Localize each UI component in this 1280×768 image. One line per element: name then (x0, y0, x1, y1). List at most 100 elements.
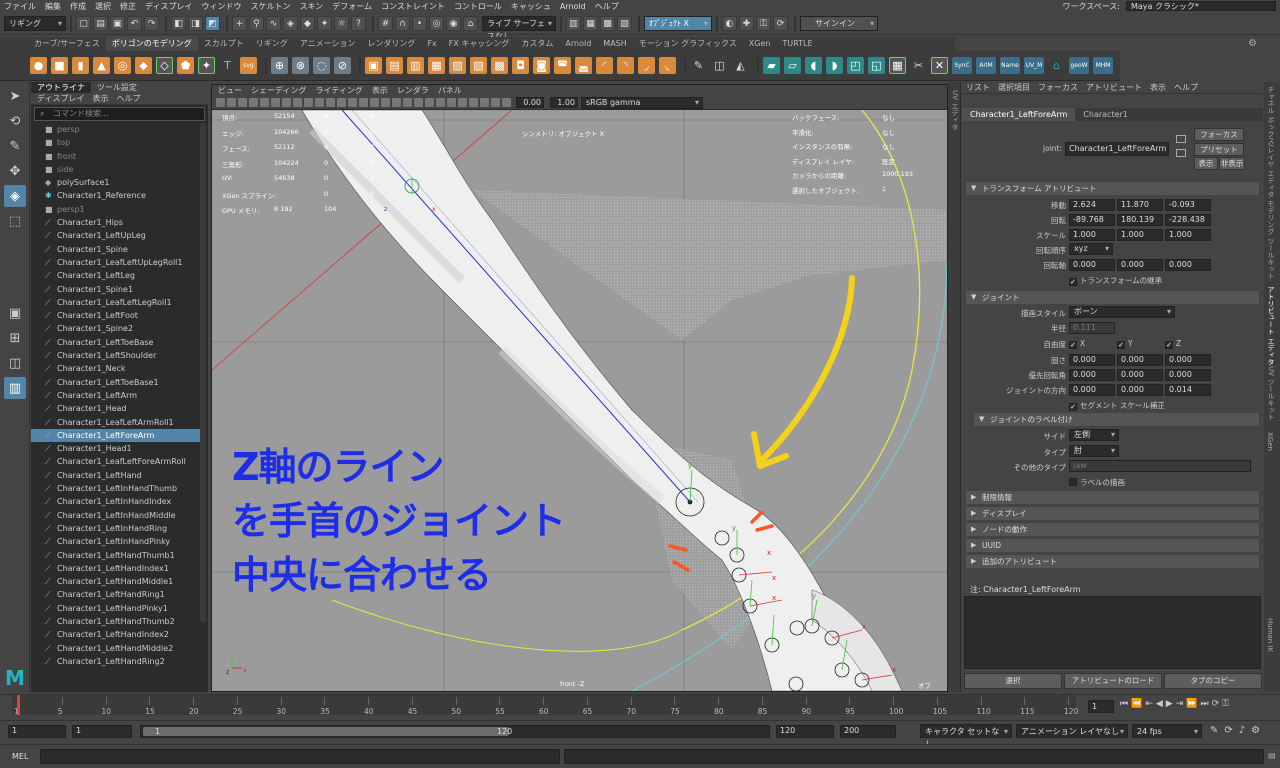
smooth-icon[interactable]: ◌ (313, 57, 330, 74)
outliner-item[interactable]: ⟋ Character1_LeftHandThumb1 (31, 549, 200, 562)
transform-section-header[interactable]: トランスフォーム アトリビュート (966, 182, 1259, 195)
draw-label-checkbox[interactable]: ラベルの描画 (1069, 477, 1125, 488)
translate-y-field[interactable]: 11.870 (1117, 199, 1163, 211)
viewport-menu-item[interactable]: ライティング (315, 85, 362, 96)
live-surface-field[interactable]: ライブ サーフェスなし (482, 16, 556, 41)
make-live-icon[interactable]: ⌂ (463, 16, 478, 31)
outliner-item[interactable]: ⟋ Character1_LeftShoulder (31, 349, 200, 362)
sound-icon[interactable]: ✎ (1210, 725, 1218, 736)
outliner-item[interactable]: ⟋ Character1_Spine (31, 243, 200, 256)
ae-menu-item[interactable]: 表示 (1150, 82, 1166, 93)
pref-angle-z-field[interactable]: 0.000 (1165, 369, 1211, 381)
outliner-item[interactable]: ⟋ Character1_LeftInHandMiddle (31, 509, 200, 522)
range-slider-handle[interactable] (143, 727, 509, 736)
viewport-menu-item[interactable]: ビュー (218, 85, 242, 96)
translate-x-field[interactable]: 2.624 (1069, 199, 1115, 211)
shelf-name-button[interactable]: Name (1000, 57, 1020, 74)
mirror-icon[interactable]: ◚ (554, 57, 571, 74)
outliner-item[interactable]: ⟋ Character1_LeftInHandPinky (31, 535, 200, 548)
tab-outliner[interactable]: アウトライナ (31, 82, 91, 93)
outliner-item[interactable]: ◆ polySurface1 (31, 176, 200, 189)
sign-in-button[interactable]: サインイン (800, 16, 878, 31)
auto-key-icon[interactable]: ⚿ (1222, 699, 1229, 709)
render-view-icon[interactable]: ▦ (583, 16, 598, 31)
select-by-render-icon[interactable]: ☼ (334, 16, 349, 31)
scale-tool-icon[interactable]: ⬚ (4, 210, 26, 232)
fill-hole-icon[interactable]: ▧ (449, 57, 466, 74)
color-space-dropdown[interactable]: sRGB gamma (581, 96, 703, 109)
loop-icon[interactable]: ⟳ (1212, 699, 1220, 709)
outliner-item[interactable]: ⟋ Character1_LeftInHandRing (31, 522, 200, 535)
uv-sphere-icon[interactable]: ◖ (805, 57, 822, 74)
redo-icon[interactable]: ↷ (144, 16, 159, 31)
menu-item[interactable]: ファイル (4, 1, 36, 12)
separate-icon[interactable]: ⊗ (292, 57, 309, 74)
outliner-item[interactable]: ⟋ Character1_LeafLeftForeArmRoll (31, 455, 200, 468)
fps-dropdown[interactable]: 24 fps (1132, 724, 1202, 738)
select-by-handle-icon[interactable]: + (232, 16, 247, 31)
notes-textarea[interactable] (964, 596, 1261, 669)
chamfer-icon[interactable]: ◟ (659, 57, 676, 74)
segment-scale-checkbox[interactable]: ✓ セグメント スケール補正 (1069, 400, 1165, 411)
uv-checker-icon[interactable]: ▦ (889, 57, 906, 74)
play-forward-icon[interactable]: ▶ (1166, 699, 1173, 709)
loop-anim-icon[interactable]: ⟳ (1224, 725, 1232, 736)
menu-item[interactable]: スキン (299, 1, 323, 12)
shelf-tab[interactable]: アニメーション (294, 37, 362, 51)
bevel-icon[interactable]: ▥ (407, 57, 424, 74)
menu-item[interactable]: Arnold (560, 2, 586, 11)
sync-icon[interactable]: ⟳ (773, 16, 788, 31)
rotate-axis-x-field[interactable]: 0.000 (1069, 259, 1115, 271)
shelf-tab[interactable]: FX キャッシング (443, 37, 516, 51)
snap-grid-icon[interactable]: # (378, 16, 393, 31)
menu-item[interactable]: 編集 (45, 1, 61, 12)
menu-item[interactable]: ヘルプ (595, 1, 619, 12)
default-material-icon[interactable] (370, 98, 379, 107)
shelf-tab[interactable]: カスタム (515, 37, 559, 51)
menu-item[interactable]: キャッシュ (511, 1, 551, 12)
save-scene-icon[interactable]: ▣ (110, 16, 125, 31)
focus-icon[interactable] (1176, 135, 1186, 143)
outliner-item[interactable]: ■ top (31, 136, 200, 149)
antialias-icon[interactable] (436, 98, 445, 107)
poly-plane-icon[interactable]: ◆ (135, 57, 152, 74)
viewport-menu-item[interactable]: シェーディング (251, 85, 306, 96)
uv-auto-icon[interactable]: ◗ (826, 57, 843, 74)
shelf-tab[interactable]: MASH (597, 37, 632, 51)
outliner-menu-help[interactable]: ヘルプ (116, 93, 140, 104)
dof-x-checkbox[interactable]: ✓ X (1069, 339, 1085, 349)
safe-action-icon[interactable] (326, 98, 335, 107)
bridge-icon[interactable]: ▤ (386, 57, 403, 74)
xray-joints-icon[interactable] (469, 98, 478, 107)
shelf-tab[interactable]: カーブ/サーフェス (28, 37, 106, 51)
node-behavior-section-header[interactable]: ノードの動作 (966, 523, 1259, 536)
viewport-menu-item[interactable]: パネル (438, 85, 462, 96)
tab-uv-toolkit[interactable]: UV ツールキット (1266, 366, 1276, 420)
menu-item[interactable]: デフォーム (332, 1, 372, 12)
reduce-icon[interactable]: ⊘ (334, 57, 351, 74)
dof-y-checkbox[interactable]: ✓ Y (1117, 339, 1133, 349)
textured-icon[interactable] (381, 98, 390, 107)
outliner-item[interactable]: ⟋ Character1_LeftHandPinky1 (31, 602, 200, 615)
quad-draw-icon[interactable]: ✎ (690, 57, 707, 74)
shelf-tab[interactable]: レンダリング (361, 37, 421, 51)
platonic-icon[interactable]: ⬟ (177, 57, 194, 74)
soft-select-icon[interactable]: ◭ (732, 57, 749, 74)
joint-orient-x-field[interactable]: 0.000 (1069, 384, 1115, 396)
prefs-icon[interactable]: ⚙ (1251, 725, 1260, 736)
uv-editor-tab[interactable]: UV エディタ (950, 90, 960, 130)
outliner-item[interactable]: ⟋ Character1_LeafLeftArmRoll1 (31, 416, 200, 429)
select-tool-icon[interactable]: ➤ (4, 85, 26, 107)
other-type-field[interactable]: jaw (1069, 460, 1251, 472)
stiffness-y-field[interactable]: 0.000 (1117, 354, 1163, 366)
outliner-item[interactable]: ⟋ Character1_LeftHandIndex1 (31, 562, 200, 575)
target-weld-icon[interactable]: ◘ (512, 57, 529, 74)
joint-orient-y-field[interactable]: 0.000 (1117, 384, 1163, 396)
outliner-item[interactable]: ⟋ Character1_Head (31, 402, 200, 415)
poly-disc-icon[interactable]: ◇ (156, 57, 173, 74)
resolution-gate-icon[interactable] (293, 98, 302, 107)
outliner-layout-icon[interactable]: ▥ (4, 377, 26, 399)
select-by-dynamic-icon[interactable]: ✦ (317, 16, 332, 31)
ae-menu-item[interactable]: 選択項目 (998, 82, 1030, 93)
rotate-x-field[interactable]: -89.768 (1069, 214, 1115, 226)
